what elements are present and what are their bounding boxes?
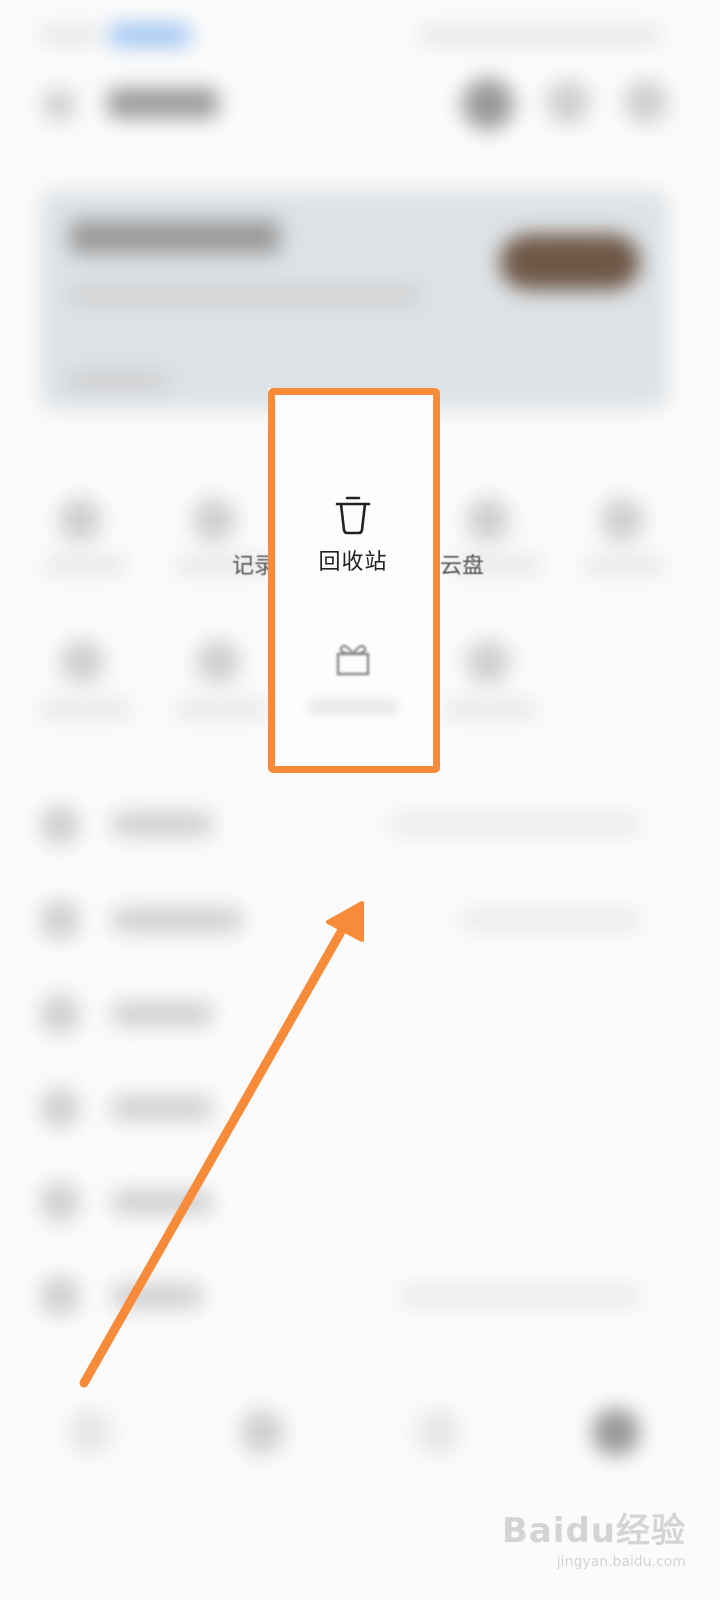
baidu-watermark: Baidu经验 jingyan.baidu.com xyxy=(502,1503,686,1570)
watermark-domain: jingyan.baidu.com xyxy=(556,1554,686,1570)
watermark-brand: Baidu经验 xyxy=(501,1511,686,1551)
annotation-arrow xyxy=(79,901,364,1388)
screen: 记录 云盘 回收站 Baidu经验 jingyan.baidu.com xyxy=(0,0,720,1600)
